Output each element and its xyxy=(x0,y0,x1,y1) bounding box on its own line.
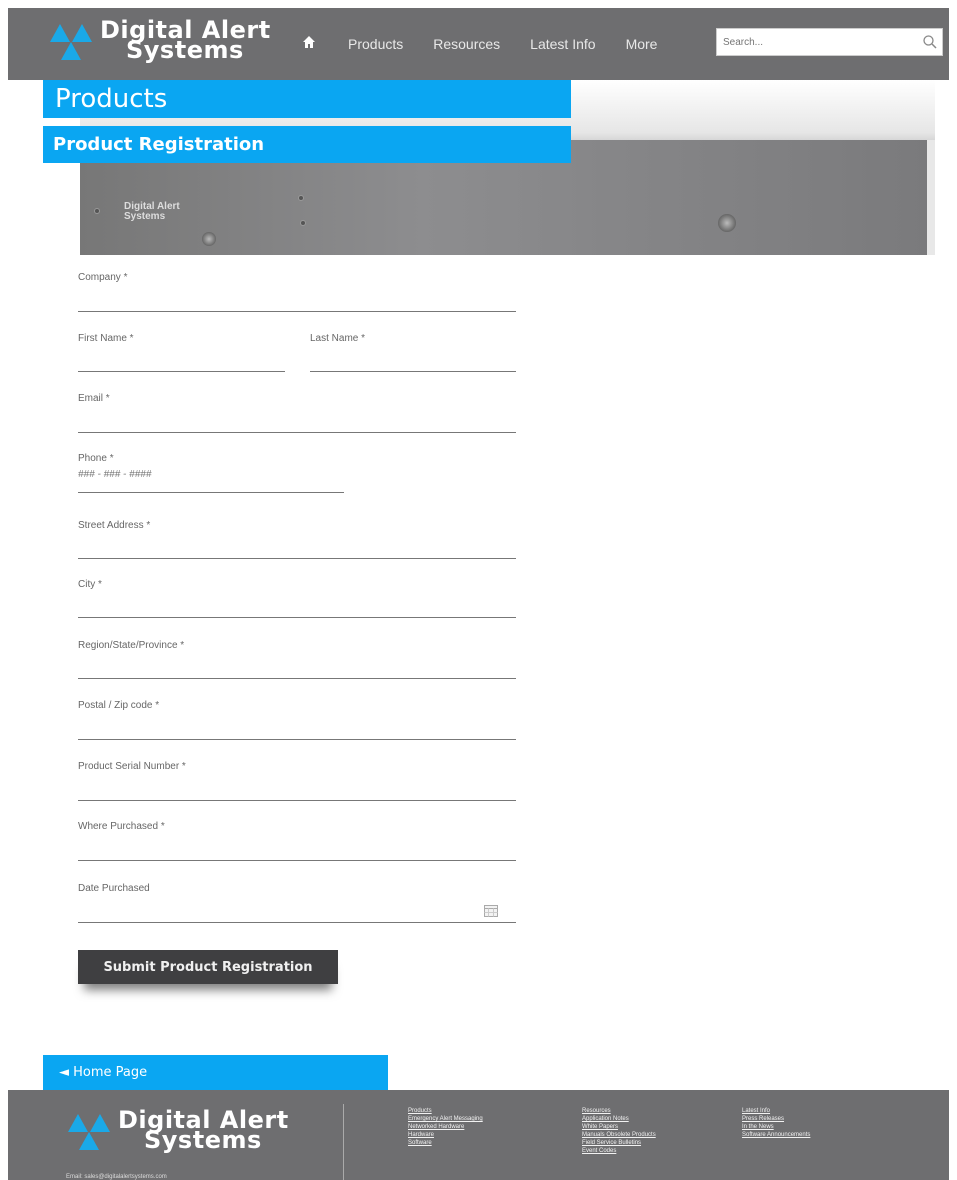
nav-latest-info[interactable]: Latest Info xyxy=(530,36,595,52)
logo-triangles-icon xyxy=(68,1114,110,1150)
footer-link[interactable]: Emergency Alert Messaging xyxy=(408,1116,483,1123)
footer-link[interactable]: Hardware xyxy=(408,1132,483,1139)
products-banner: Products xyxy=(43,80,571,118)
postal-field[interactable]: Postal / Zip code * xyxy=(78,700,516,740)
serial-label: Product Serial Number * xyxy=(78,761,186,772)
footer-link[interactable]: In the News xyxy=(742,1124,810,1131)
footer-link[interactable]: Products xyxy=(408,1108,483,1115)
site-footer: Digital Alert Systems Email: sales@digit… xyxy=(8,1090,949,1180)
email-field[interactable]: Email * xyxy=(78,393,516,433)
footer-link[interactable]: Application Notes xyxy=(582,1116,656,1123)
footer-col-latest: Latest Info Press Releases In the News S… xyxy=(742,1108,810,1139)
company-field[interactable]: Company * xyxy=(78,272,516,312)
logo-triangles-icon xyxy=(50,24,92,60)
footer-link[interactable]: Press Releases xyxy=(742,1116,810,1123)
main-nav: Products Resources Latest Info More xyxy=(348,36,657,52)
street-field[interactable]: Street Address * xyxy=(78,520,516,559)
footer-logo[interactable]: Digital Alert Systems xyxy=(66,1108,296,1158)
date-purchased-label: Date Purchased xyxy=(78,883,150,894)
footer-link[interactable]: Software xyxy=(408,1140,483,1147)
city-label: City * xyxy=(78,579,102,590)
screw xyxy=(94,208,100,214)
footer-link[interactable]: Networked Hardware xyxy=(408,1124,483,1131)
device-edge xyxy=(927,140,935,255)
footer-link[interactable]: Manuals Obsolete Products xyxy=(582,1132,656,1139)
footer-col-resources: Resources Application Notes White Papers… xyxy=(582,1108,656,1155)
region-field[interactable]: Region/State/Province * xyxy=(78,640,516,679)
city-field[interactable]: City * xyxy=(78,579,516,618)
footer-link[interactable]: Field Service Bulletins xyxy=(582,1140,656,1147)
footer-link[interactable]: Software Announcements xyxy=(742,1132,810,1139)
nav-more[interactable]: More xyxy=(626,36,658,52)
calendar-icon[interactable] xyxy=(484,904,498,917)
date-purchased-field[interactable]: Date Purchased xyxy=(78,883,516,923)
phone-field[interactable]: Phone * xyxy=(78,453,344,493)
where-purchased-label: Where Purchased * xyxy=(78,821,165,832)
search-icon[interactable] xyxy=(922,34,938,50)
where-purchased-field[interactable]: Where Purchased * xyxy=(78,821,516,861)
search-box xyxy=(716,28,943,56)
site-header: Digital Alert Systems Products Resources… xyxy=(8,8,949,80)
company-label: Company * xyxy=(78,272,128,283)
nav-products[interactable]: Products xyxy=(348,36,403,52)
phone-input[interactable] xyxy=(78,469,338,480)
home-page-link[interactable]: ◄ Home Page xyxy=(43,1055,388,1090)
device-knob xyxy=(202,232,216,246)
footer-link[interactable]: Resources xyxy=(582,1108,656,1115)
screw xyxy=(298,195,304,201)
site-logo[interactable]: Digital Alert Systems xyxy=(48,18,278,68)
last-name-label: Last Name * xyxy=(310,333,366,344)
footer-link[interactable]: Event Codes xyxy=(582,1148,656,1155)
screw xyxy=(300,220,306,226)
nav-resources[interactable]: Resources xyxy=(433,36,500,52)
registration-banner: Product Registration xyxy=(43,126,571,163)
first-name-field[interactable]: First Name * xyxy=(78,333,285,372)
footer-divider xyxy=(343,1104,344,1180)
footer-col-products: Products Emergency Alert Messaging Netwo… xyxy=(408,1108,483,1147)
footer-link[interactable]: Latest Info xyxy=(742,1108,810,1115)
home-icon[interactable] xyxy=(302,35,316,49)
street-label: Street Address * xyxy=(78,520,151,531)
device-brand: Digital Alert Systems xyxy=(124,201,180,222)
last-name-field[interactable]: Last Name * xyxy=(310,333,516,372)
email-label: Email * xyxy=(78,393,110,404)
region-label: Region/State/Province * xyxy=(78,640,185,651)
phone-label: Phone * xyxy=(78,453,114,464)
serial-field[interactable]: Product Serial Number * xyxy=(78,761,516,801)
footer-email[interactable]: Email: sales@digitalalertsystems.com xyxy=(66,1174,167,1180)
search-input[interactable] xyxy=(717,29,907,55)
first-name-label: First Name * xyxy=(78,333,134,344)
footer-link[interactable]: White Papers xyxy=(582,1124,656,1131)
device-knob xyxy=(718,214,736,232)
postal-label: Postal / Zip code * xyxy=(78,700,160,711)
submit-registration-button[interactable]: Submit Product Registration xyxy=(78,950,338,984)
